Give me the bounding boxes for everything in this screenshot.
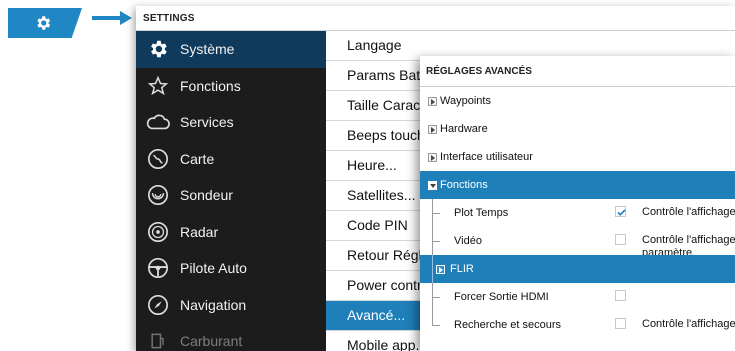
fuel-icon [151, 333, 164, 349]
sidebar-item-carte[interactable]: Carte [136, 141, 326, 178]
sidebar-item-label: Pilote Auto [180, 260, 247, 277]
tree-item-recherche-et-secours[interactable]: Recherche et secours Contrôle l'affichag… [420, 311, 735, 339]
video-checkbox[interactable] [615, 234, 626, 245]
tree-item-waypoints[interactable]: Waypoints [420, 87, 735, 115]
chart-icon [148, 148, 168, 169]
steering-wheel-icon [148, 258, 168, 279]
sidebar-item-label: Navigation [180, 296, 247, 313]
settings-tab[interactable] [8, 8, 82, 38]
collapse-icon[interactable] [428, 181, 437, 190]
forcer-sortie-hdmi-checkbox[interactable] [615, 290, 626, 301]
sonar-icon [148, 185, 168, 206]
expand-icon[interactable] [428, 153, 437, 162]
compass-icon [148, 294, 168, 315]
check-icon [617, 209, 626, 216]
gear-icon [37, 16, 51, 30]
sidebar-item-fonctions[interactable]: Fonctions [136, 68, 326, 105]
cloud-icon [146, 114, 170, 130]
dialog-title: RÉGLAGES AVANCÉS [420, 56, 735, 87]
sidebar-item-label: Sondeur [180, 187, 233, 204]
sidebar-item-navigation[interactable]: Navigation [136, 287, 326, 324]
sidebar-item-carburant[interactable]: Carburant [136, 323, 326, 351]
sidebar-item-label: Services [180, 114, 234, 131]
radar-icon [148, 221, 168, 242]
sidebar-item-services[interactable]: Services [136, 104, 326, 141]
settings-title: SETTINGS [136, 6, 735, 31]
recherche-et-secours-checkbox[interactable] [615, 318, 626, 329]
star-icon [148, 75, 168, 95]
row-description: Contrôle l'affichage de [642, 234, 735, 246]
gear-icon [151, 41, 167, 58]
sidebar-item-label: Carte [180, 150, 215, 167]
sidebar-item-label: Système [180, 41, 235, 58]
sidebar-item-label: Carburant [180, 333, 243, 350]
sidebar-item-label: Radar [180, 223, 219, 240]
expand-icon[interactable] [428, 125, 437, 134]
row-description: Contrôle l'affichage de [642, 206, 735, 218]
plot-temps-checkbox[interactable] [615, 206, 626, 217]
row-description: Contrôle l'affichage de [642, 318, 735, 330]
expand-icon[interactable] [436, 265, 445, 274]
settings-sidebar: Système Fonctions Services Carte Sondeur… [136, 31, 326, 351]
sidebar-item-sondeur[interactable]: Sondeur [136, 177, 326, 214]
advanced-settings-dialog: RÉGLAGES AVANCÉS Waypoints Hardware Inte… [420, 56, 735, 351]
sidebar-item-label: Fonctions [180, 77, 241, 94]
tree-item-video[interactable]: Vidéo Contrôle l'affichage de paramètre. [420, 227, 735, 259]
tree-item-plot-temps[interactable]: Plot Temps Contrôle l'affichage de [420, 199, 735, 227]
tree-item-forcer-sortie-hdmi[interactable]: Forcer Sortie HDMI [420, 283, 735, 311]
tree-item-interface-utilisateur[interactable]: Interface utilisateur [420, 143, 735, 171]
arrow-right-icon [92, 11, 132, 25]
sidebar-item-systeme[interactable]: Système [136, 31, 326, 68]
sidebar-item-radar[interactable]: Radar [136, 214, 326, 251]
expand-icon[interactable] [428, 97, 437, 106]
tree-item-flir[interactable]: FLIR [420, 255, 735, 283]
tree-item-hardware[interactable]: Hardware [420, 115, 735, 143]
tree-item-fonctions[interactable]: Fonctions [420, 171, 735, 199]
sidebar-item-pilote-auto[interactable]: Pilote Auto [136, 250, 326, 287]
